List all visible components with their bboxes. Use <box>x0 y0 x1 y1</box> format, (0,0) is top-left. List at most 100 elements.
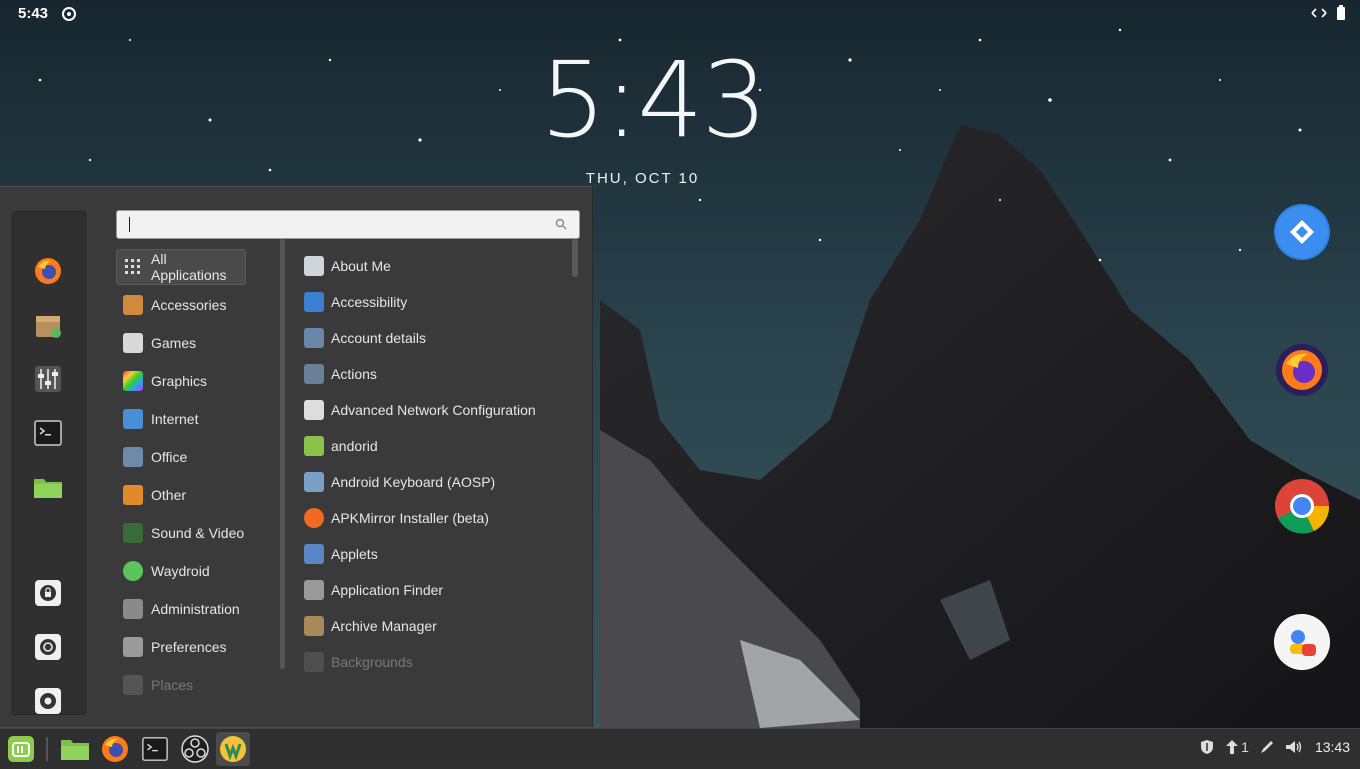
app-andorid[interactable]: andorid <box>298 429 573 463</box>
app-label: Backgrounds <box>331 654 413 670</box>
status-time: 5:43 <box>18 5 49 22</box>
app-account-details[interactable]: Account details <box>298 321 573 355</box>
terminal-icon <box>142 737 168 761</box>
app-application-finder[interactable]: Application Finder <box>298 573 573 607</box>
app-android-keyboard[interactable]: Android Keyboard (AOSP) <box>298 465 573 499</box>
app-advanced-network-configuration[interactable]: Advanced Network Configuration <box>298 393 573 427</box>
category-games[interactable]: Games <box>116 325 276 361</box>
category-all-applications[interactable]: All Applications <box>116 249 246 285</box>
search-input[interactable] <box>116 210 580 239</box>
favorite-files[interactable] <box>31 470 65 504</box>
volume-icon[interactable] <box>1285 739 1303 755</box>
category-waydroid[interactable]: Waydroid <box>116 553 276 589</box>
category-label: Office <box>151 449 188 465</box>
logout-button[interactable] <box>31 630 65 664</box>
app-applets[interactable]: Applets <box>298 537 573 571</box>
favorite-package-installer[interactable] <box>31 308 65 342</box>
update-count: 1 <box>1241 739 1249 755</box>
app-actions[interactable]: Actions <box>298 357 573 391</box>
app-backgrounds[interactable]: Backgrounds <box>298 645 573 679</box>
category-divider <box>280 239 285 669</box>
status-bar: 5:43 <box>0 0 1360 28</box>
category-label: Sound & Video <box>151 525 245 541</box>
clock-time: 5:43 <box>540 39 768 161</box>
application-list: About Me Accessibility Account details A… <box>298 249 573 679</box>
app-apkmirror-installer[interactable]: APKMirror Installer (beta) <box>298 501 573 535</box>
text-caret <box>129 217 130 232</box>
app-label: About Me <box>331 258 391 274</box>
terminal-icon <box>34 420 62 446</box>
app-archive-manager[interactable]: Archive Manager <box>298 609 573 643</box>
taskbar: 1 13:43 <box>0 728 1360 769</box>
taskbar-files[interactable] <box>58 732 92 766</box>
category-internet[interactable]: Internet <box>116 401 276 437</box>
shutdown-icon <box>35 688 61 714</box>
about-me-icon <box>304 256 324 276</box>
chrome-app[interactable] <box>1274 478 1330 534</box>
category-label: Other <box>151 487 187 503</box>
category-administration[interactable]: Administration <box>116 591 276 627</box>
favorite-firefox[interactable] <box>31 254 65 288</box>
category-label: Accessories <box>151 297 227 313</box>
search-icon <box>555 218 567 230</box>
keyboard-icon <box>304 472 324 492</box>
administration-icon <box>123 599 143 619</box>
lock-screen-button[interactable] <box>31 576 65 610</box>
translate-app[interactable] <box>1274 614 1330 670</box>
app-about-me[interactable]: About Me <box>298 249 573 283</box>
sound-video-icon <box>123 523 143 543</box>
category-office[interactable]: Office <box>116 439 276 475</box>
apkmirror-icon <box>304 508 324 528</box>
firefox-icon <box>35 258 61 284</box>
category-other[interactable]: Other <box>116 477 276 513</box>
app-label: Archive Manager <box>331 618 437 634</box>
mint-menu-icon <box>8 736 34 762</box>
shield-icon[interactable] <box>1199 739 1215 755</box>
shutdown-button[interactable] <box>31 684 65 718</box>
archive-installer-icon <box>36 316 61 338</box>
taskbar-firefox[interactable] <box>98 732 132 766</box>
files-icon <box>61 740 89 760</box>
pen-icon[interactable] <box>1259 739 1275 755</box>
calculator-icon <box>123 295 143 315</box>
grid-icon <box>125 259 140 274</box>
category-label: Waydroid <box>151 563 210 579</box>
category-label: Games <box>151 335 197 351</box>
taskbar-waydroid[interactable] <box>216 732 250 766</box>
app-list-scrollbar[interactable] <box>572 239 578 679</box>
firefox-app[interactable] <box>1274 342 1330 398</box>
taskbar-obs[interactable] <box>178 732 212 766</box>
taskbar-clock[interactable]: 13:43 <box>1315 739 1350 755</box>
taskbar-separator <box>46 737 48 761</box>
scrollbar-thumb[interactable] <box>572 239 578 277</box>
graphics-icon <box>123 371 143 391</box>
accessibility-icon <box>304 292 324 312</box>
favorite-terminal[interactable] <box>31 416 65 450</box>
preferences-icon <box>123 637 143 657</box>
category-graphics[interactable]: Graphics <box>116 363 276 399</box>
waydroid-icon <box>220 736 246 762</box>
app-accessibility[interactable]: Accessibility <box>298 285 573 319</box>
updates-indicator[interactable]: 1 <box>1225 739 1249 755</box>
app-label: Account details <box>331 330 426 346</box>
favorite-system-settings[interactable] <box>31 362 65 396</box>
obs-icon <box>181 735 209 763</box>
system-tray: 1 13:43 <box>1199 739 1350 755</box>
app-label: Advanced Network Configuration <box>331 402 536 418</box>
internet-icon <box>123 409 143 429</box>
applets-icon <box>304 544 324 564</box>
mint-menu-button[interactable] <box>4 732 38 766</box>
category-preferences[interactable]: Preferences <box>116 629 276 665</box>
app-label: APKMirror Installer (beta) <box>331 510 489 526</box>
lock-screen-icon <box>35 580 61 606</box>
maps-app[interactable] <box>1274 204 1330 260</box>
category-label: Preferences <box>151 639 227 655</box>
taskbar-terminal[interactable] <box>138 732 172 766</box>
category-places[interactable]: Places <box>116 667 276 703</box>
app-label: andorid <box>331 438 378 454</box>
category-sound-video[interactable]: Sound & Video <box>116 515 276 551</box>
sync-icon <box>62 7 76 21</box>
category-accessories[interactable]: Accessories <box>116 287 276 323</box>
firefox-icon <box>102 736 128 762</box>
maps-icon <box>1276 206 1328 258</box>
